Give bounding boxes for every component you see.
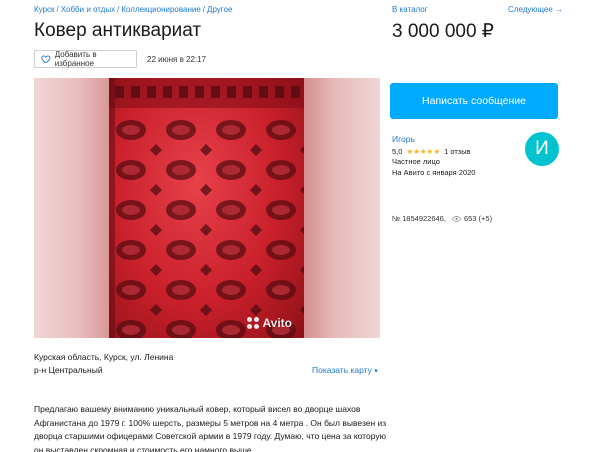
catalog-link[interactable]: В каталог xyxy=(392,5,428,14)
price: 3 000 000 ₽ xyxy=(392,21,494,42)
eye-icon xyxy=(452,215,461,222)
breadcrumb-item[interactable]: Коллекционирование xyxy=(121,5,200,14)
breadcrumb-separator: / xyxy=(202,5,206,14)
add-to-favorites-label: Добавить в избранное xyxy=(54,50,97,68)
seller-since: На Авито с января 2020 xyxy=(392,168,476,177)
write-message-button[interactable]: Написать сообщение xyxy=(390,83,558,119)
address: Курская область, Курск, ул. Ленина xyxy=(34,352,174,362)
blurred-backdrop-right xyxy=(304,78,380,338)
address-block: Курская область, Курск, ул. Ленина р-н Ц… xyxy=(34,351,173,377)
breadcrumb-item[interactable]: Другое xyxy=(207,5,232,14)
ad-id: № 1854922646, xyxy=(392,214,446,223)
heart-icon xyxy=(41,55,51,64)
breadcrumb: Курск / Хобби и отдых / Коллекционирование / Д… xyxy=(34,5,232,14)
seller-type: Частное лицо xyxy=(392,157,440,166)
reviews-link[interactable]: 1 отзыв xyxy=(444,147,471,156)
photo-gallery[interactable]: Avito xyxy=(34,78,380,338)
show-map-link[interactable]: Показать карту ▾ xyxy=(312,365,378,375)
district: р-н Центральный xyxy=(34,365,103,375)
page-title: Ковер антиквариат xyxy=(34,20,202,41)
carpet-photo[interactable] xyxy=(109,78,304,338)
listing-date: 22 июня в 22:17 xyxy=(147,55,207,64)
breadcrumb-item[interactable]: Курск xyxy=(34,5,55,14)
blurred-backdrop-left xyxy=(34,78,109,338)
avatar[interactable]: И xyxy=(525,132,559,166)
seller-name-link[interactable]: Игорь xyxy=(392,134,415,144)
rating-stars-icon: ★★★★★ xyxy=(406,147,441,156)
seller-rating: 5,0 ★★★★★ 1 отзыв xyxy=(392,147,471,156)
view-count: 653 (+5) xyxy=(463,214,493,223)
show-map-label: Показать карту xyxy=(312,365,372,375)
add-to-favorites-button[interactable]: Добавить в избранное xyxy=(34,50,137,68)
ad-stats: № 1854922646, 653 (+5) xyxy=(392,214,492,223)
carpet-pattern xyxy=(109,78,304,338)
breadcrumb-separator: / xyxy=(56,5,59,14)
breadcrumb-item[interactable]: Хобби и отдых xyxy=(61,5,115,14)
avito-watermark: Avito xyxy=(247,316,292,330)
rating-value: 5,0 xyxy=(392,147,403,156)
breadcrumb-separator: / xyxy=(117,5,120,14)
description: Предлагаю вашему вниманию уникальный ков… xyxy=(34,404,387,452)
avito-logo-icon xyxy=(247,317,260,329)
next-listing-link[interactable]: Следующее → xyxy=(508,5,563,14)
chevron-down-icon: ▾ xyxy=(374,368,378,375)
avito-watermark-text: Avito xyxy=(262,316,292,330)
